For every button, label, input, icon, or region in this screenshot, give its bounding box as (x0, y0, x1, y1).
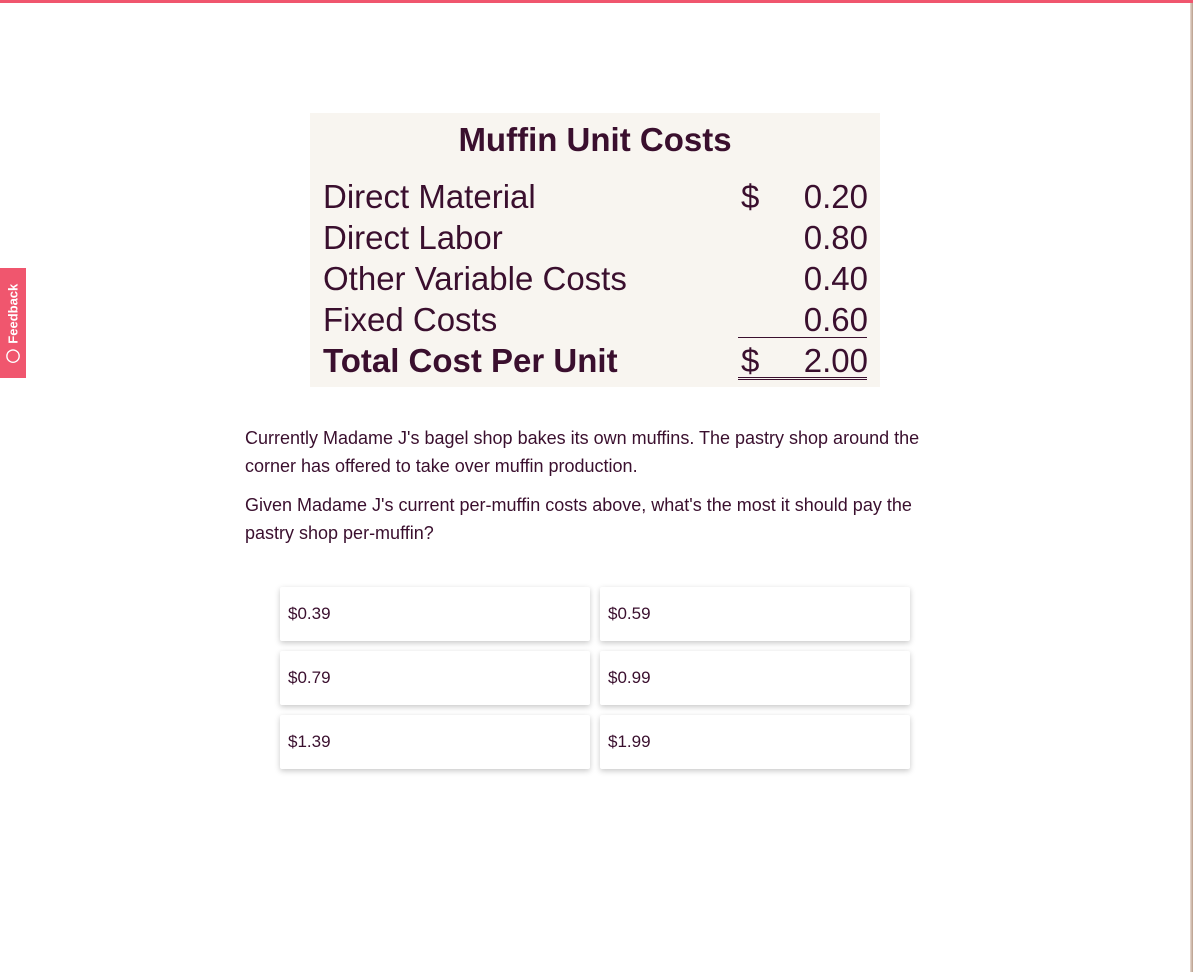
answer-option-4[interactable]: $0.99 (600, 651, 910, 705)
subtotal-rule (738, 337, 867, 338)
cost-value: 0.20 (803, 178, 868, 215)
answer-option-5[interactable]: $1.39 (280, 715, 590, 769)
answer-option-1[interactable]: $0.39 (280, 587, 590, 641)
answer-option-label: $0.99 (608, 668, 651, 687)
answer-option-2[interactable]: $0.59 (600, 587, 910, 641)
answer-option-label: $0.39 (288, 604, 331, 623)
question-prompt: Given Madame J's current per-muffin cost… (245, 495, 912, 543)
total-double-rule-top (738, 377, 867, 378)
cost-row-fixed-costs: Fixed Costs 0.60 (323, 299, 868, 340)
cost-row-other-variable-costs: Other Variable Costs 0.40 (323, 258, 868, 299)
cost-label: Direct Material (323, 178, 536, 215)
answer-option-3[interactable]: $0.79 (280, 651, 590, 705)
answer-option-6[interactable]: $1.99 (600, 715, 910, 769)
total-value: 2.00 (803, 342, 868, 379)
cost-label: Direct Labor (323, 219, 503, 256)
cost-value: 0.80 (803, 219, 868, 256)
top-accent-bar (0, 0, 1193, 3)
question-context: Currently Madame J's bagel shop bakes it… (245, 428, 920, 476)
answer-option-label: $1.99 (608, 732, 651, 751)
cost-row-total: Total Cost Per Unit $ 2.00 (323, 340, 868, 381)
cost-label: Other Variable Costs (323, 260, 627, 297)
cost-table-card: Muffin Unit Costs Direct Material $ 0.20… (310, 113, 880, 387)
total-label: Total Cost Per Unit (323, 342, 618, 379)
currency-symbol: $ (741, 342, 760, 379)
cost-table-title: Muffin Unit Costs (458, 121, 732, 158)
speech-bubble-icon: ◯ (5, 347, 21, 363)
cost-value: 0.40 (803, 260, 868, 297)
cost-row-direct-labor: Direct Labor 0.80 (323, 217, 868, 258)
answer-option-label: $0.79 (288, 668, 331, 687)
cost-value: 0.60 (803, 301, 868, 338)
currency-symbol: $ (741, 178, 760, 215)
feedback-label: Feedback (5, 283, 21, 344)
question-text: Currently Madame J's bagel shop bakes it… (245, 424, 955, 558)
total-double-rule-bottom (738, 379, 867, 380)
feedback-tab[interactable]: ◯ Feedback (0, 268, 26, 378)
answer-option-label: $1.39 (288, 732, 331, 751)
answer-option-label: $0.59 (608, 604, 651, 623)
cost-row-direct-material: Direct Material $ 0.20 (323, 176, 868, 217)
cost-label: Fixed Costs (323, 301, 498, 338)
